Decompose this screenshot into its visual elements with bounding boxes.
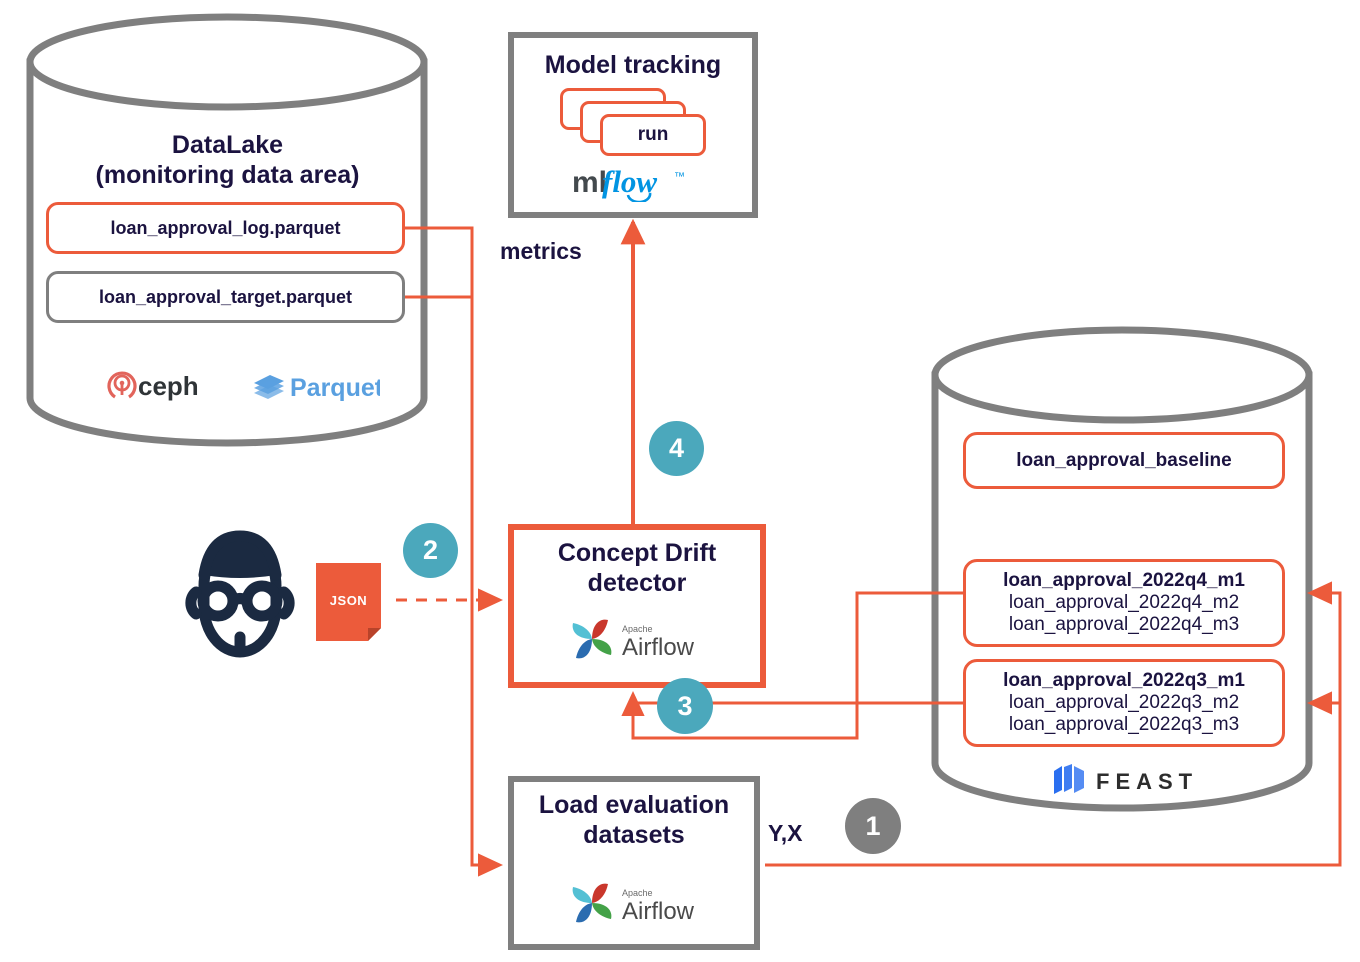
feature-store-group-baseline[interactable]: loan_approval_baseline (963, 432, 1285, 489)
feast-mark-icon (1054, 764, 1084, 794)
feature-store-entry: loan_approval_2022q4_m3 (1008, 614, 1240, 635)
mlflow-logo-tm: ™ (674, 171, 685, 183)
feature-store-entry: loan_approval_baseline (1016, 449, 1232, 471)
mlflow-logo: ml flow ™ (570, 162, 700, 202)
step-badge-1: 1 (845, 798, 901, 854)
step-badge-4: 4 (649, 421, 704, 476)
metrics-label: metrics (500, 238, 582, 264)
airflow-pinwheel-icon (572, 619, 612, 659)
yx-label: Y,X (768, 820, 803, 846)
airflow-logo-text: Airflow (622, 634, 695, 661)
step-badge-2: 2 (403, 523, 458, 578)
airflow-pinwheel-icon (572, 883, 612, 923)
ceph-logo: ceph (100, 365, 200, 403)
datalake-file-label: loan_approval_target.parquet (98, 286, 353, 307)
feature-store-entry: loan_approval_2022q4_m2 (1008, 592, 1240, 613)
step-badge-3: 3 (657, 678, 713, 734)
mlflow-run-card-front[interactable]: run (600, 114, 706, 156)
diagram-canvas: DataLake (monitoring data area) loan_app… (0, 0, 1360, 962)
feature-store-entry: loan_approval_2022q3_m3 (1008, 714, 1240, 735)
feature-store-entry: loan_approval_2022q3_m2 (1008, 692, 1240, 713)
datalake-file-loan-approval-target[interactable]: loan_approval_target.parquet (46, 271, 405, 323)
parquet-logo: Parquet (250, 365, 380, 403)
json-document-label: JSON (329, 592, 368, 608)
feast-logo: FEAST (1048, 762, 1208, 798)
airflow-logo-text: Airflow (622, 898, 695, 925)
feature-store-entry: loan_approval_2022q4_m1 (1003, 570, 1245, 591)
airflow-logo-load-eval: Apache Airflow (568, 878, 708, 928)
parquet-logo-text: Parquet (290, 374, 380, 402)
datalake-title: DataLake (monitoring data area) (95, 131, 360, 189)
feast-logo-text: FEAST (1096, 769, 1198, 794)
datalake-file-label: loan_approval_log.parquet (110, 217, 341, 238)
parquet-mark-icon (254, 375, 284, 399)
airflow-logo-drift: Apache Airflow (568, 614, 708, 664)
feature-store-group-q3[interactable]: loan_approval_2022q3_m1 loan_approval_20… (963, 659, 1285, 747)
data-scientist-avatar (185, 530, 295, 658)
airflow-logo-apache: Apache (622, 624, 653, 634)
model-tracking-title: Model tracking (544, 51, 722, 79)
concept-drift-detector-title: Concept Drift detector (557, 539, 717, 597)
ceph-logo-text: ceph (138, 371, 199, 401)
feature-store-entry: loan_approval_2022q3_m1 (1003, 670, 1245, 691)
feature-store-group-q4[interactable]: loan_approval_2022q4_m1 loan_approval_20… (963, 559, 1285, 647)
ceph-mark-icon (107, 371, 137, 399)
airflow-logo-apache: Apache (622, 888, 653, 898)
mlflow-run-label: run (637, 124, 669, 145)
datalake-file-loan-approval-log[interactable]: loan_approval_log.parquet (46, 202, 405, 254)
load-evaluation-datasets-title: Load evaluation datasets (538, 791, 730, 849)
